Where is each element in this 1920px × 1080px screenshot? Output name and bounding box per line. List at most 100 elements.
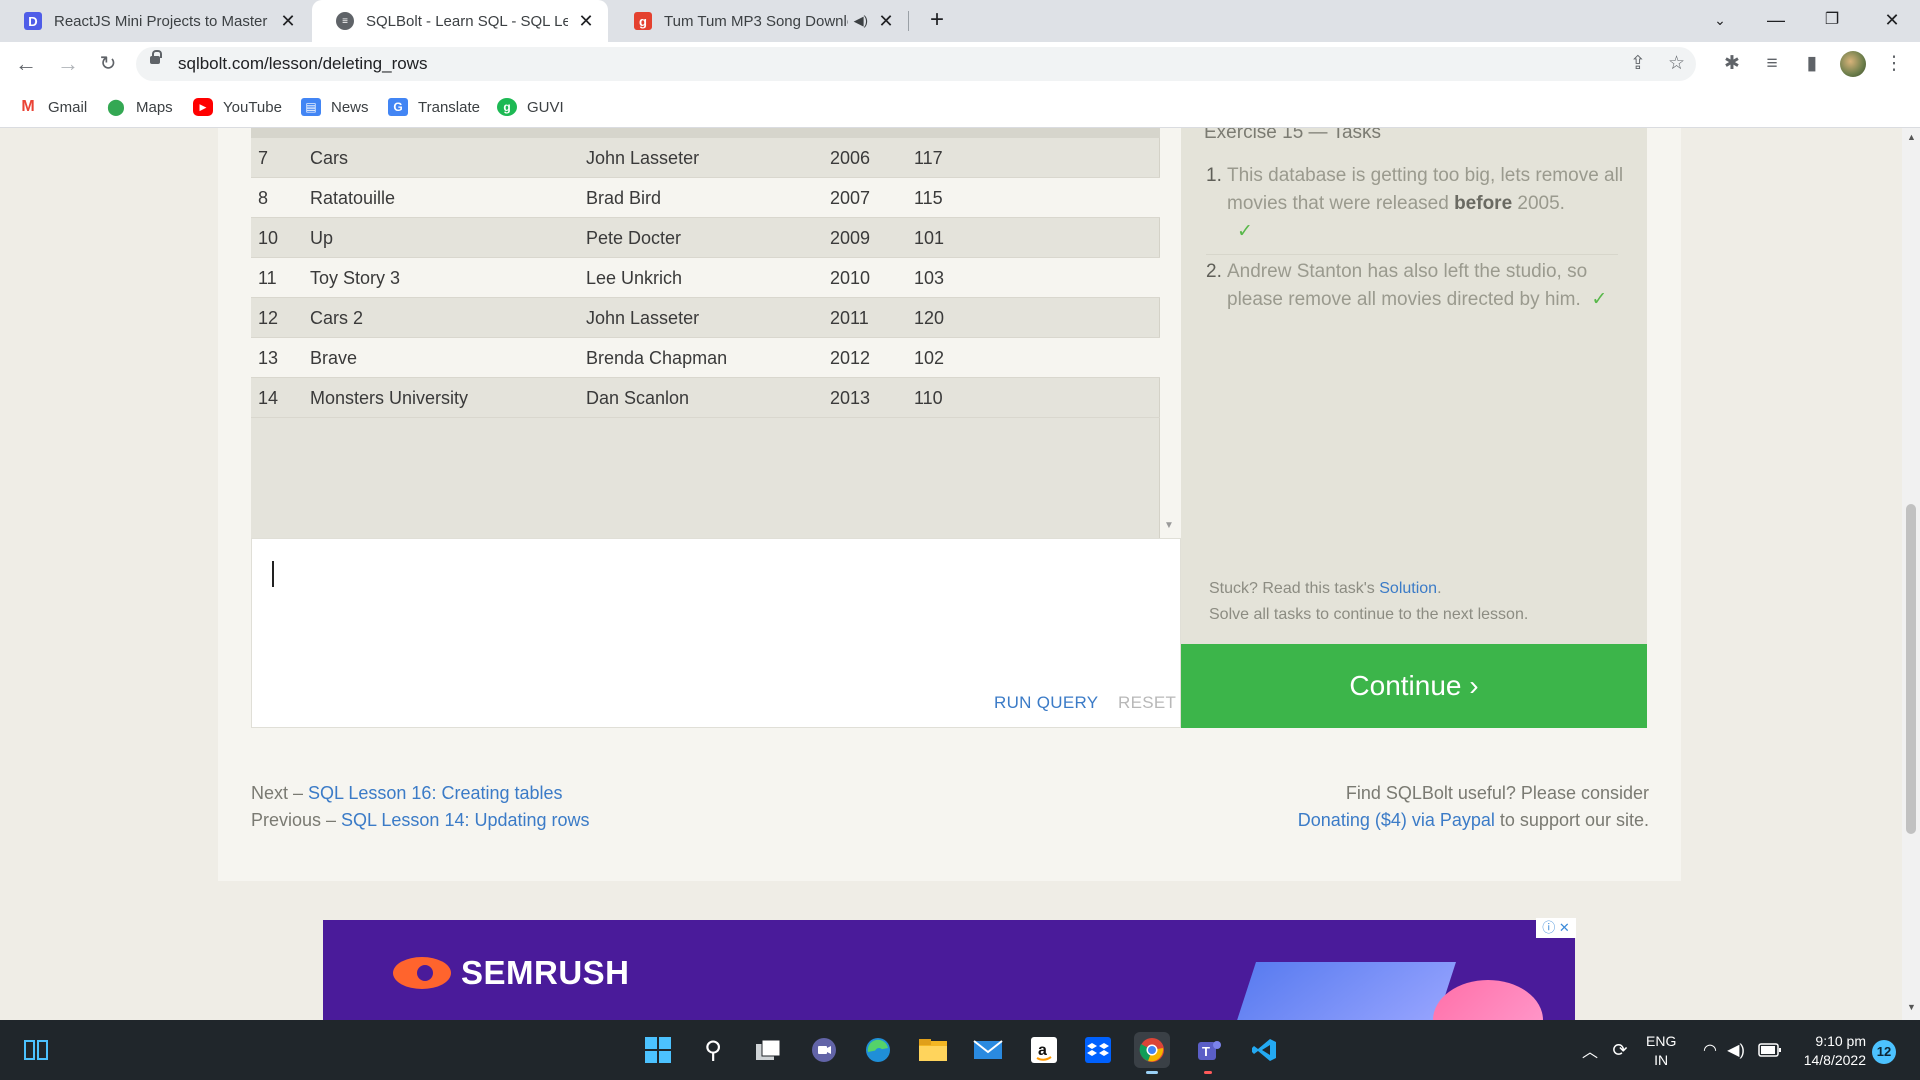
tab-reactjs[interactable]: D ReactJS Mini Projects to Master F ✕ bbox=[0, 0, 310, 42]
svg-text:T: T bbox=[1202, 1044, 1210, 1059]
back-icon[interactable]: ← bbox=[10, 48, 42, 80]
cell-year: 2009 bbox=[830, 228, 871, 248]
close-tab-icon[interactable]: ✕ bbox=[278, 11, 298, 32]
query-results-table: 7 Cars John Lasseter 2006 117 8 Ratatouille Bra… bbox=[251, 128, 1160, 538]
table-row: 11 Toy Story 3 Lee Unkrich 2010 103 bbox=[251, 258, 1160, 298]
close-tab-icon[interactable]: ✕ bbox=[876, 11, 896, 32]
battery-icon[interactable] bbox=[1752, 1032, 1788, 1068]
cell-title: Ratatouille bbox=[310, 188, 396, 208]
cell-length: 117 bbox=[914, 148, 943, 168]
audio-playing-icon[interactable]: ◀) bbox=[854, 13, 868, 29]
semrush-ad-banner[interactable]: SEMRUSH bbox=[323, 920, 1575, 1020]
extensions-puzzle-icon[interactable]: ✱ bbox=[1716, 48, 1748, 80]
windows-start-icon[interactable] bbox=[640, 1032, 676, 1068]
translate-icon: G bbox=[388, 98, 408, 116]
bookmark-maps[interactable]: ⬤ Maps bbox=[106, 86, 173, 128]
cell-director: Brad Bird bbox=[586, 188, 662, 208]
table-row: 10 Up Pete Docter 2009 101 bbox=[251, 218, 1160, 258]
table-row: 7 Cars John Lasseter 2006 117 bbox=[251, 138, 1160, 178]
cell-length: 101 bbox=[914, 228, 945, 248]
tab-search-icon[interactable]: ⌄ bbox=[1692, 0, 1748, 42]
table-row: 12 Cars 2 John Lasseter 2011 120 bbox=[251, 298, 1160, 338]
sync-status-icon[interactable]: ⟳ bbox=[1602, 1032, 1638, 1068]
close-tab-icon[interactable]: ✕ bbox=[576, 11, 596, 32]
reload-icon[interactable]: ↻ bbox=[92, 48, 124, 80]
active-app-indicator bbox=[1146, 1071, 1158, 1074]
language-indicator[interactable]: ENG IN bbox=[1646, 1032, 1676, 1070]
task-divider bbox=[1206, 254, 1618, 255]
cell-length: 110 bbox=[914, 388, 943, 408]
browser-toolbar: ← → ↻ sqlbolt.com/lesson/deleting_rows ⇪… bbox=[0, 42, 1920, 86]
task-item-1: 1. This database is getting too big, let… bbox=[1206, 162, 1626, 250]
volume-icon[interactable]: ◀) bbox=[1718, 1032, 1754, 1068]
amazon-icon[interactable]: a bbox=[1026, 1032, 1062, 1068]
results-scroll-down-icon[interactable]: ▼ bbox=[1164, 520, 1174, 531]
news-icon: ▤ bbox=[301, 98, 321, 116]
bookmark-youtube[interactable]: ▶ YouTube bbox=[193, 86, 282, 128]
donate-link[interactable]: Donating ($4) via Paypal bbox=[1298, 810, 1495, 830]
lock-icon[interactable] bbox=[150, 50, 162, 64]
cell-id: 10 bbox=[258, 228, 279, 248]
text-cursor bbox=[272, 561, 274, 587]
bookmark-news[interactable]: ▤ News bbox=[301, 86, 369, 128]
bookmark-translate[interactable]: G Translate bbox=[388, 86, 480, 128]
system-clock[interactable]: 9:10 pm 14/8/2022 bbox=[1792, 1032, 1866, 1070]
scroll-up-icon[interactable]: ▲ bbox=[1907, 132, 1916, 142]
cell-director: John Lasseter bbox=[586, 308, 700, 328]
forward-icon[interactable]: → bbox=[52, 48, 84, 80]
task-view-icon[interactable] bbox=[18, 1032, 54, 1068]
maps-pin-icon: ⬤ bbox=[106, 98, 126, 116]
cell-year: 2013 bbox=[830, 388, 871, 408]
bookmark-guvi[interactable]: g GUVI bbox=[497, 86, 564, 128]
bookmark-label: Gmail bbox=[48, 98, 88, 116]
sql-query-editor[interactable]: RUN QUERY RESET bbox=[251, 538, 1181, 728]
vscode-icon[interactable] bbox=[1246, 1032, 1282, 1068]
scroll-down-icon[interactable]: ▼ bbox=[1907, 1002, 1916, 1012]
continue-button[interactable]: Continue › bbox=[1181, 644, 1647, 728]
close-window-button[interactable]: ✕ bbox=[1864, 0, 1920, 42]
teams-notification-indicator bbox=[1204, 1071, 1212, 1074]
scrollbar-thumb[interactable] bbox=[1906, 504, 1916, 834]
mail-icon[interactable] bbox=[970, 1032, 1006, 1068]
profile-avatar[interactable] bbox=[1840, 51, 1866, 77]
chrome-menu-icon[interactable]: ⋮ bbox=[1878, 48, 1910, 80]
previous-lesson-link[interactable]: SQL Lesson 14: Updating rows bbox=[341, 810, 589, 830]
gmail-icon: M bbox=[18, 98, 38, 116]
solution-link[interactable]: Solution bbox=[1379, 580, 1437, 597]
lesson-navigation: Next – SQL Lesson 16: Creating tables Pr… bbox=[251, 783, 590, 830]
tab-mp3[interactable]: g Tum Tum MP3 Song Downlo ◀) ✕ bbox=[610, 0, 908, 42]
notification-badge[interactable]: 12 bbox=[1872, 1040, 1896, 1064]
ad-choices-icon[interactable]: ⓘ ✕ bbox=[1536, 918, 1576, 938]
bookmark-label: GUVI bbox=[527, 98, 564, 116]
edge-browser-icon[interactable] bbox=[860, 1032, 896, 1068]
share-icon[interactable]: ⇪ bbox=[1630, 47, 1646, 81]
cell-length: 102 bbox=[914, 348, 945, 368]
side-panel-icon[interactable]: ▮ bbox=[1796, 48, 1828, 80]
semrush-flame-icon bbox=[393, 957, 451, 989]
minimize-button[interactable]: — bbox=[1748, 0, 1804, 42]
file-explorer-icon[interactable] bbox=[915, 1032, 951, 1068]
url-text[interactable]: sqlbolt.com/lesson/deleting_rows bbox=[178, 47, 427, 81]
cell-director: Lee Unkrich bbox=[586, 268, 683, 288]
run-query-button[interactable]: RUN QUERY bbox=[994, 693, 1098, 713]
bookmark-star-icon[interactable]: ☆ bbox=[1668, 47, 1685, 81]
check-icon: ✓ bbox=[1237, 221, 1253, 242]
chrome-taskbar-icon[interactable] bbox=[1134, 1032, 1170, 1074]
cell-title: Monsters University bbox=[310, 388, 469, 408]
dropbox-icon[interactable] bbox=[1080, 1032, 1116, 1068]
next-lesson-link[interactable]: SQL Lesson 16: Creating tables bbox=[308, 783, 563, 803]
teams-icon[interactable]: T bbox=[1190, 1032, 1226, 1074]
cell-id: 7 bbox=[258, 148, 269, 168]
restore-button[interactable]: ❐ bbox=[1804, 0, 1860, 42]
search-icon[interactable]: ⚲ bbox=[695, 1032, 731, 1068]
bookmark-gmail[interactable]: M Gmail bbox=[18, 86, 87, 128]
media-control-icon[interactable]: ≡ bbox=[1756, 48, 1788, 80]
page-scrollbar[interactable]: ▲ ▼ bbox=[1902, 128, 1920, 1020]
teams-chat-icon[interactable] bbox=[806, 1032, 842, 1068]
address-bar[interactable]: sqlbolt.com/lesson/deleting_rows ⇪ ☆ bbox=[136, 47, 1696, 81]
tab-sqlbolt[interactable]: ≡ SQLBolt - Learn SQL - SQL Lessor ✕ bbox=[312, 0, 608, 42]
reset-button[interactable]: RESET bbox=[1118, 693, 1176, 713]
new-tab-button[interactable]: + bbox=[922, 6, 952, 36]
stuck-hint: Stuck? Read this task's Solution. Solve … bbox=[1209, 580, 1529, 623]
task-switcher-icon[interactable] bbox=[750, 1032, 786, 1068]
